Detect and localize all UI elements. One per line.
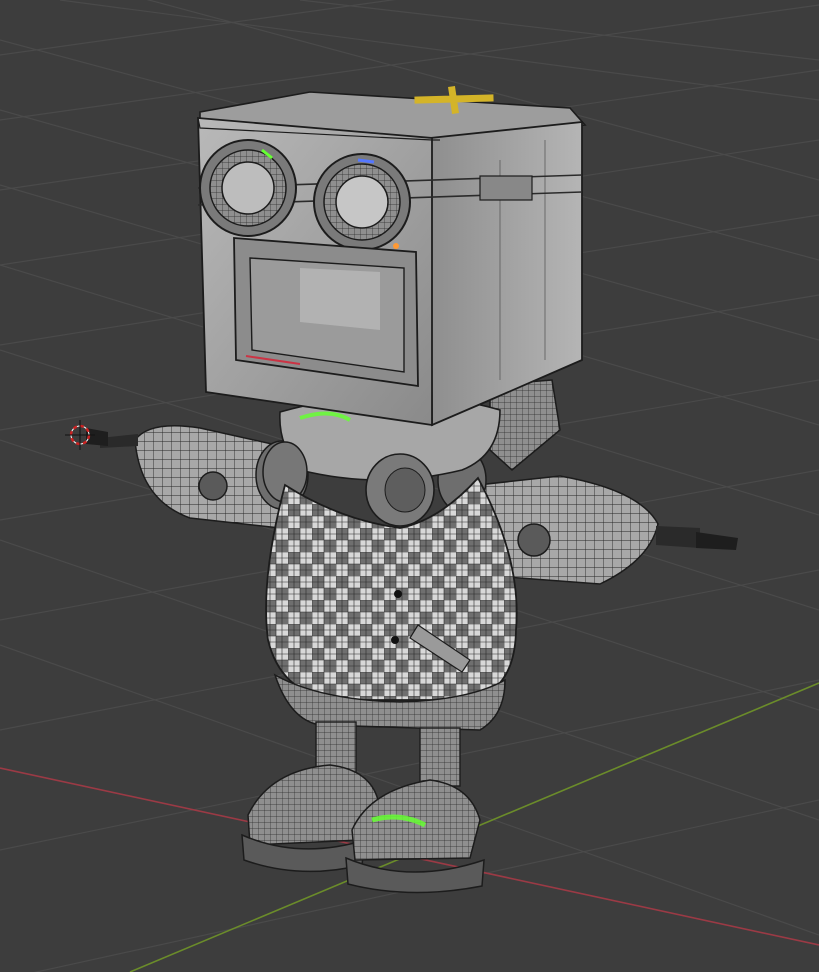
3d-viewport[interactable] [0, 0, 819, 972]
right-leg [419, 727, 461, 787]
left-eye [199, 139, 297, 237]
head-side [429, 121, 583, 427]
3d-cursor-icon[interactable] [65, 420, 95, 450]
head [197, 86, 587, 427]
right-eye [313, 153, 411, 251]
robot-mesh[interactable] [86, 86, 738, 894]
